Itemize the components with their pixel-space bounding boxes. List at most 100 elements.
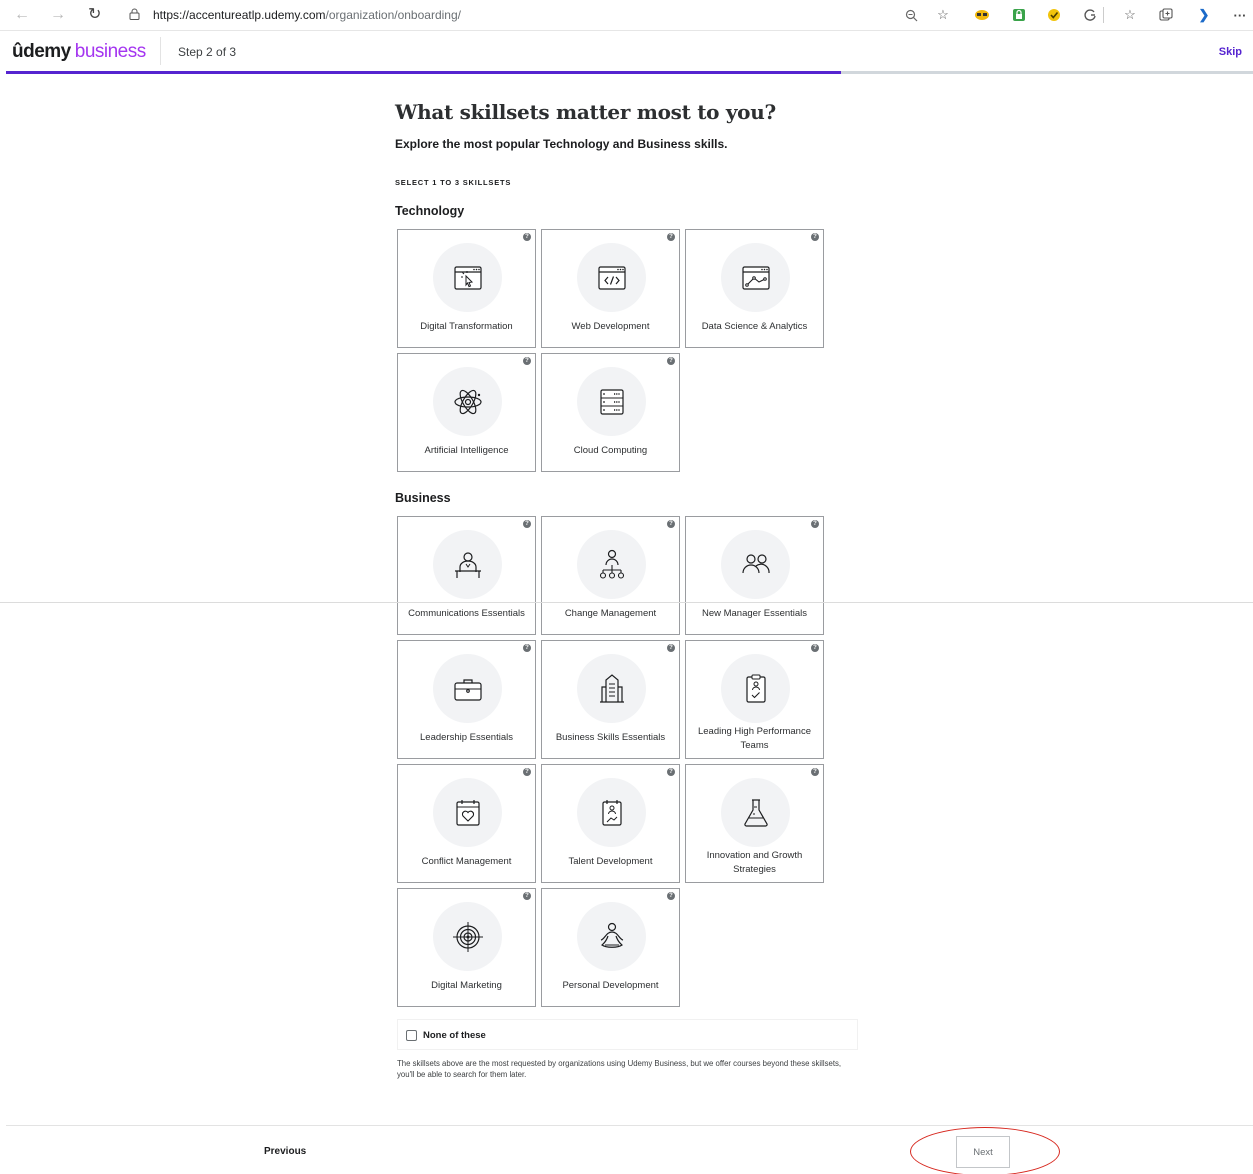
skill-icon-circle	[577, 530, 646, 599]
skill-icon-circle	[577, 778, 646, 847]
skill-icon-circle	[721, 530, 790, 599]
skill-card-digital-transformation[interactable]: ? Digital Transformation	[397, 229, 536, 348]
none-of-these-checkbox[interactable]	[406, 1030, 417, 1041]
skill-card-new-manager-essentials[interactable]: ? New Manager Essentials	[685, 516, 824, 635]
skill-icon-circle	[721, 243, 790, 312]
page-title: What skillsets matter most to you?	[395, 100, 776, 124]
skill-card-innovation-and-growth-strategies[interactable]: ? Innovation and Growth Strategies	[685, 764, 824, 883]
previous-button[interactable]: Previous	[264, 1146, 306, 1157]
info-icon[interactable]: ?	[523, 233, 531, 241]
extension-glasses-icon[interactable]	[974, 7, 990, 23]
progress-bar	[6, 71, 1253, 74]
skill-card-cloud-computing[interactable]: ? Cloud Computing	[541, 353, 680, 472]
info-icon[interactable]: ?	[811, 644, 819, 652]
skill-icon-circle	[721, 654, 790, 723]
info-icon[interactable]: ?	[523, 644, 531, 652]
url-path: /organization/onboarding/	[325, 8, 461, 22]
info-icon[interactable]: ?	[667, 520, 675, 528]
skill-card-label: Talent Development	[568, 856, 653, 867]
zoom-icon[interactable]	[903, 7, 919, 23]
skill-card-talent-development[interactable]: ? Talent Development	[541, 764, 680, 883]
speaker-podium-icon	[454, 551, 481, 578]
info-icon[interactable]: ?	[811, 768, 819, 776]
skill-icon-circle	[577, 654, 646, 723]
favorites-list-icon[interactable]: ☆	[1122, 7, 1138, 23]
none-of-these-option[interactable]: None of these	[397, 1019, 858, 1050]
extension-green-icon[interactable]	[1011, 7, 1027, 23]
skill-card-label: Personal Development	[562, 980, 659, 991]
main-content: What skillsets matter most to you? Explo…	[395, 100, 865, 151]
section-title-business: Business	[395, 491, 451, 505]
skill-card-label: Change Management	[564, 608, 657, 619]
info-icon[interactable]: ?	[667, 644, 675, 652]
skill-card-personal-development[interactable]: ? Personal Development	[541, 888, 680, 1007]
header-divider	[160, 37, 161, 65]
info-icon[interactable]: ?	[667, 892, 675, 900]
more-menu-icon[interactable]: ···	[1232, 7, 1248, 23]
extension-circle-icon[interactable]	[1082, 7, 1098, 23]
browser-code-icon	[597, 265, 626, 290]
forward-icon[interactable]: →	[50, 6, 66, 24]
two-people-icon	[741, 553, 770, 573]
skill-card-label: Communications Essentials	[408, 608, 525, 619]
skill-card-leading-high-performance-teams[interactable]: ? Leading High Performance Teams	[685, 640, 824, 759]
skill-icon-circle	[433, 367, 502, 436]
skill-card-digital-marketing[interactable]: ? Digital Marketing	[397, 888, 536, 1007]
skillsets-footnote: The skillsets above are the most request…	[397, 1059, 842, 1079]
clipboard-person-growth-icon	[601, 799, 622, 826]
skill-card-label: Leading High Performance Teams	[697, 726, 811, 751]
select-instruction: SELECT 1 TO 3 SKILLSETS	[395, 178, 512, 187]
skill-icon-circle	[433, 530, 502, 599]
skill-icon-circle	[433, 654, 502, 723]
skill-card-web-development[interactable]: ? Web Development	[541, 229, 680, 348]
address-bar[interactable]: https://accentureatlp.udemy.com/organiza…	[153, 8, 461, 22]
skill-icon-circle	[721, 778, 790, 847]
skill-card-label: Conflict Management	[421, 856, 512, 867]
favorite-star-icon[interactable]: ☆	[935, 7, 951, 23]
none-of-these-label: None of these	[423, 1030, 486, 1041]
skill-card-communications-essentials[interactable]: ? Communications Essentials	[397, 516, 536, 635]
skill-card-leadership-essentials[interactable]: ? Leadership Essentials	[397, 640, 536, 759]
info-icon[interactable]: ?	[523, 892, 531, 900]
skill-icon-circle	[577, 902, 646, 971]
skill-card-label: Artificial Intelligence	[424, 445, 509, 456]
skill-card-change-management[interactable]: ? Change Management	[541, 516, 680, 635]
info-icon[interactable]: ?	[523, 768, 531, 776]
logo-main-text: ûdemy	[12, 41, 71, 62]
info-icon[interactable]: ?	[523, 357, 531, 365]
skill-card-label: Business Skills Essentials	[555, 732, 666, 743]
screenshot-seam-line	[0, 602, 1253, 603]
collections-icon[interactable]	[1158, 7, 1174, 23]
extension-arrow-icon[interactable]: ❯	[1196, 7, 1212, 23]
step-indicator: Step 2 of 3	[178, 45, 237, 59]
skill-icon-circle	[433, 778, 502, 847]
toolbar-separator	[1103, 7, 1104, 23]
footer-divider	[6, 1125, 1253, 1126]
page-subtitle: Explore the most popular Technology and …	[395, 137, 728, 151]
skill-card-business-skills-essentials[interactable]: ? Business Skills Essentials	[541, 640, 680, 759]
extension-check-icon[interactable]	[1046, 7, 1062, 23]
logo-suffix-text: business	[74, 41, 147, 62]
skill-icon-circle	[577, 367, 646, 436]
skill-card-label: Innovation and Growth Strategies	[706, 850, 803, 875]
skill-card-label: Web Development	[571, 321, 650, 332]
skip-link[interactable]: Skip	[1219, 46, 1242, 58]
back-icon[interactable]: ←	[14, 6, 30, 24]
skill-card-label: Data Science & Analytics	[701, 321, 808, 332]
skill-card-label: Digital Marketing	[431, 980, 502, 991]
meditation-icon	[600, 922, 623, 948]
info-icon[interactable]: ?	[667, 357, 675, 365]
info-icon[interactable]: ?	[667, 768, 675, 776]
info-icon[interactable]: ?	[667, 233, 675, 241]
info-icon[interactable]: ?	[811, 520, 819, 528]
progress-bar-fill	[6, 71, 842, 74]
info-icon[interactable]: ?	[523, 520, 531, 528]
skill-card-artificial-intelligence[interactable]: ? Artificial Intelligence	[397, 353, 536, 472]
reload-icon[interactable]: ↻	[88, 6, 101, 24]
udemy-business-logo[interactable]: ûdemy business	[12, 41, 146, 63]
info-icon[interactable]: ?	[811, 233, 819, 241]
skill-card-conflict-management[interactable]: ? Conflict Management	[397, 764, 536, 883]
skill-card-data-science-and-analytics[interactable]: ? Data Science & Analytics	[685, 229, 824, 348]
browser-chart-icon	[741, 265, 770, 290]
next-button[interactable]: Next	[956, 1136, 1010, 1168]
